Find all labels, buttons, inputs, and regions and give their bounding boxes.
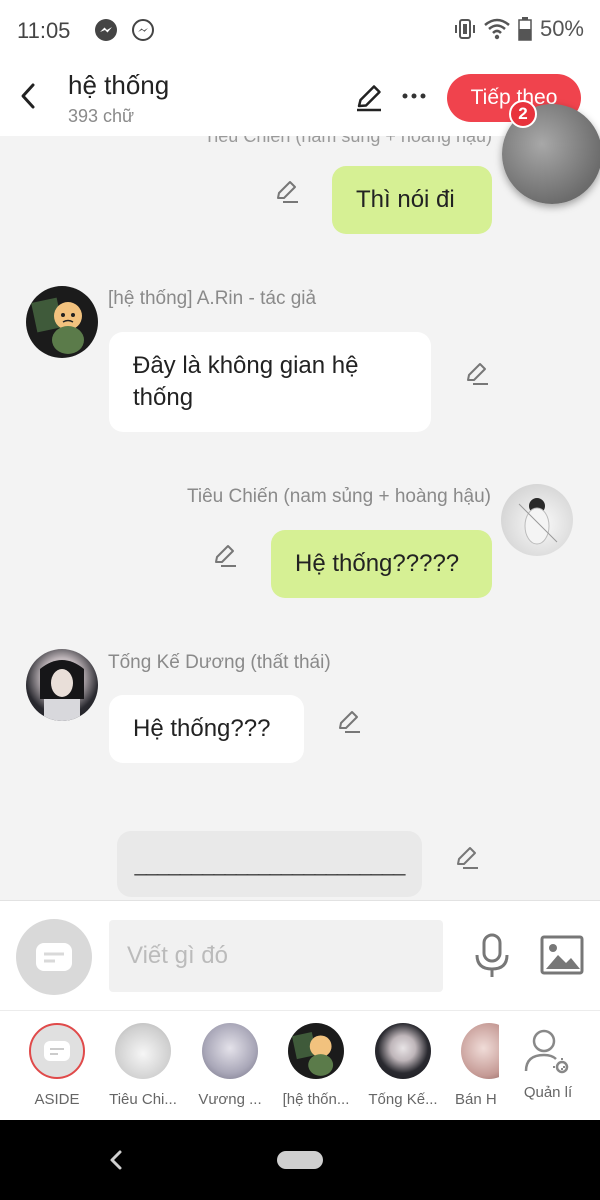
character-label: Tiêu Chi... xyxy=(109,1091,177,1108)
character-item[interactable]: [hệ thốn... xyxy=(272,1023,360,1108)
messenger-icon xyxy=(132,19,154,41)
wifi-icon xyxy=(484,18,510,40)
character-item[interactable]: Tiêu Chi... xyxy=(99,1023,187,1108)
pencil-icon[interactable] xyxy=(354,82,384,112)
avatar xyxy=(288,1023,344,1079)
page-title: hệ thống xyxy=(68,70,170,100)
edit-message-icon[interactable] xyxy=(454,844,480,870)
edit-message-icon[interactable] xyxy=(464,360,490,386)
aside-button[interactable] xyxy=(16,919,92,995)
battery-percent: 50% xyxy=(539,16,584,41)
message-bubble[interactable]: Hệ thống??? xyxy=(109,695,304,763)
notification-badge: 2 xyxy=(509,100,537,128)
aside-icon xyxy=(36,943,72,971)
character-item[interactable]: ASIDE xyxy=(13,1023,101,1108)
nav-home-pill[interactable] xyxy=(277,1151,323,1169)
sender-name: Tống Kế Dương (thất thái) xyxy=(108,652,331,673)
manage-characters-button[interactable]: Quản lí xyxy=(504,1023,592,1101)
character-item[interactable]: Vương ... xyxy=(186,1023,274,1108)
message-bubble[interactable]: Hệ thống????? xyxy=(271,530,492,598)
character-avatar-image xyxy=(292,1032,334,1076)
character-label: Tống Kế... xyxy=(368,1091,438,1108)
vibrate-icon xyxy=(454,19,475,39)
back-icon xyxy=(21,83,35,109)
character-label: [hệ thốn... xyxy=(282,1091,350,1108)
message-bubble[interactable]: Thì nói đi xyxy=(332,166,492,234)
edit-message-icon[interactable] xyxy=(212,542,238,568)
character-label: Bán H xyxy=(455,1091,497,1108)
status-bar: 11:05 50% xyxy=(0,0,600,62)
nav-back-icon[interactable] xyxy=(104,1146,128,1174)
avatar[interactable] xyxy=(26,286,98,358)
character-label: Quản lí xyxy=(523,1084,573,1101)
edit-message-icon[interactable] xyxy=(274,178,300,204)
image-icon[interactable] xyxy=(540,935,584,975)
edit-message-icon[interactable] xyxy=(336,708,362,734)
status-right: 50% xyxy=(454,16,584,42)
chat-area[interactable]: Tiêu Chiến (nam sủng + hoàng hậu) Thì nó… xyxy=(0,136,600,900)
user-settings-icon xyxy=(524,1029,571,1076)
avatar[interactable] xyxy=(501,484,573,556)
character-item[interactable]: Bán H xyxy=(445,1023,499,1108)
character-avatar-image xyxy=(518,498,558,545)
sender-name: Tiêu Chiến (nam sủng + hoàng hậu) xyxy=(203,136,492,146)
more-icon xyxy=(402,93,426,99)
more-button[interactable] xyxy=(400,84,428,108)
sender-name: Tiêu Chiến (nam sủng + hoàng hậu) xyxy=(186,486,491,507)
avatar xyxy=(461,1023,499,1079)
character-item[interactable]: Tống Kế... xyxy=(359,1023,447,1108)
word-count: 393 chữ xyxy=(68,106,135,126)
back-button[interactable] xyxy=(10,76,46,116)
message-bubble[interactable]: Đây là không gian hệ thống xyxy=(109,332,431,432)
aside-icon xyxy=(44,1041,70,1061)
avatar xyxy=(115,1023,171,1079)
divider-message[interactable]: ________________________ xyxy=(117,831,422,897)
system-nav-bar xyxy=(0,1120,600,1200)
avatar[interactable] xyxy=(26,649,98,721)
character-label: ASIDE xyxy=(34,1091,80,1108)
message-input[interactable]: Viết gì đó xyxy=(109,920,443,992)
avatar xyxy=(202,1023,258,1079)
avatar xyxy=(375,1023,431,1079)
character-avatar-image xyxy=(40,660,84,721)
messenger-icon xyxy=(95,19,117,41)
character-bar: ASIDE Tiêu Chi... Vương ... [hệ thốn... … xyxy=(0,1010,600,1120)
character-label: Vương ... xyxy=(198,1091,262,1108)
sender-name: [hệ thống] A.Rin - tác giả xyxy=(108,288,317,309)
mic-icon[interactable] xyxy=(472,933,512,979)
character-avatar-image xyxy=(31,297,84,354)
composer-bar: Viết gì đó xyxy=(0,900,600,1010)
aside-avatar xyxy=(29,1023,85,1079)
status-time: 11:05 xyxy=(17,18,71,43)
battery-icon xyxy=(518,17,532,41)
